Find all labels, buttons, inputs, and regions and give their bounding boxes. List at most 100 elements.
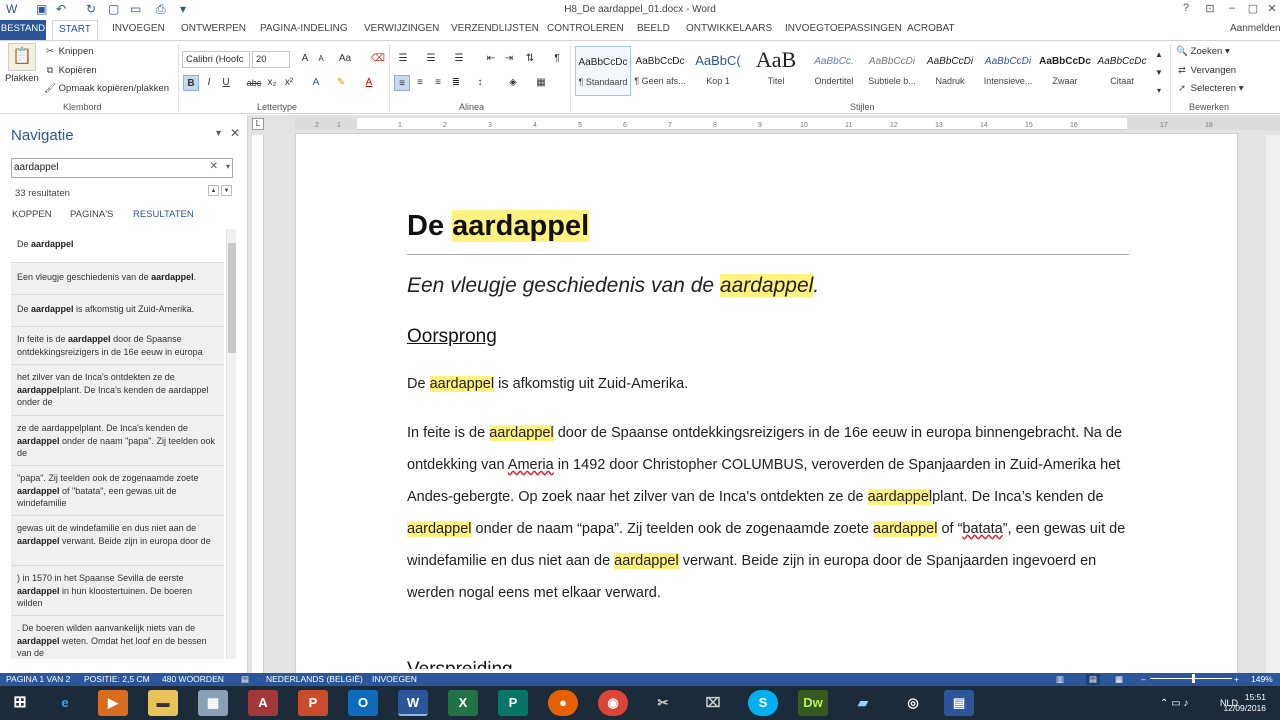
tab-controleren[interactable]: CONTROLEREN (547, 23, 624, 34)
powerpoint-icon[interactable]: P (298, 690, 328, 716)
font-color-icon[interactable]: A (361, 75, 377, 91)
tab-invoegtoepassingen[interactable]: INVOEGTOEPASSINGEN (785, 23, 902, 34)
clear-formatting-icon[interactable]: ⌫ (370, 51, 386, 67)
justify-icon[interactable]: ≣ (448, 75, 464, 91)
align-right-icon[interactable]: ≡ (430, 75, 446, 91)
read-mode-icon[interactable]: ▥ (1056, 674, 1064, 685)
pane-options-icon[interactable]: ▾ (216, 128, 221, 139)
borders-icon[interactable]: ▦ (533, 75, 549, 91)
tab-koppen[interactable]: KOPPEN (12, 209, 52, 220)
document-taskbar-icon[interactable]: ▤ (944, 690, 974, 716)
firefox-icon[interactable]: ● (548, 690, 578, 716)
outlook-icon[interactable]: O (348, 690, 378, 716)
underline-icon[interactable]: U (218, 75, 234, 91)
scroll-thumb[interactable] (228, 243, 236, 353)
styles-more-icon[interactable]: ▾ (1151, 83, 1167, 99)
tab-selector-icon[interactable]: L (252, 118, 264, 130)
result-item[interactable]: In feite is de aardappel door de Spaanse… (11, 327, 224, 365)
style-kop1[interactable]: AaBbC(Kop 1 (690, 46, 746, 96)
help-icon[interactable]: ? (1176, 2, 1196, 14)
line-spacing-icon[interactable]: ↕ (472, 75, 488, 91)
format-painter-button[interactable]: 🖌 Opmaak kopiëren/plakken (44, 83, 169, 94)
windows-start-icon[interactable]: ⊞ (5, 690, 35, 716)
horizontal-ruler[interactable]: 21 1234 5678 9 10 11 12 13 14 15 16 17 18 (295, 118, 1280, 130)
align-left-icon[interactable]: ≡ (394, 75, 410, 91)
sign-in-link[interactable]: Aanmelden (1230, 23, 1280, 34)
tab-pagina-indeling[interactable]: PAGINA-INDELING (260, 23, 348, 34)
zoom-slider[interactable] (1150, 678, 1232, 679)
language-indicator[interactable]: NEDERLANDS (BELGIË) (266, 674, 363, 684)
style-subtiele-benadrukking[interactable]: AaBbCcDi Subtiele b... (864, 46, 920, 96)
zoom-out-icon[interactable]: – (1141, 674, 1146, 684)
italic-icon[interactable]: I (201, 75, 217, 91)
paragraph-1[interactable]: De aardappel is afkomstig uit Zuid-Ameri… (407, 368, 1137, 400)
sort-icon[interactable]: ⇅ (522, 51, 538, 67)
word-count[interactable]: 480 WOORDEN (162, 674, 224, 684)
vertical-scrollbar[interactable] (1266, 135, 1280, 673)
skype-icon[interactable]: S (748, 690, 778, 716)
tab-invoegen[interactable]: INVOEGEN (112, 23, 165, 34)
heading-oorsprong[interactable]: Oorsprong (407, 326, 497, 348)
tab-bestand[interactable]: BESTAND (0, 20, 46, 40)
show-marks-icon[interactable]: ¶ (549, 51, 565, 67)
position-indicator[interactable]: POSITIE: 2,5 CM (84, 674, 150, 684)
align-center-icon[interactable]: ≡ (412, 75, 428, 91)
close-icon[interactable]: ✕ (1262, 2, 1280, 15)
network-tool-icon[interactable]: ⌧ (698, 690, 728, 716)
strikethrough-icon[interactable]: abc (246, 75, 262, 91)
tab-paginas[interactable]: PAGINA'S (70, 209, 113, 220)
result-item[interactable]: De aardappel is afkomstig uit Zuid-Ameri… (11, 295, 224, 327)
ribbon-options-icon[interactable]: ⊡ (1200, 2, 1220, 15)
excel-icon[interactable]: X (448, 690, 478, 716)
document-page[interactable]: De aardappel Een vleugje geschiedenis va… (295, 133, 1238, 678)
increase-indent-icon[interactable]: ⇥ (501, 51, 517, 67)
result-item[interactable]: De aardappel (11, 229, 224, 263)
insert-mode[interactable]: INVOEGEN (372, 674, 417, 684)
copy-button[interactable]: ⧉ Kopiëren (44, 65, 97, 76)
style-titel[interactable]: AaB Titel (748, 46, 804, 96)
close-pane-icon[interactable]: ✕ (230, 126, 240, 140)
bold-icon[interactable]: B (183, 75, 199, 91)
font-family-select[interactable]: Calibri (Hoofc (182, 51, 250, 68)
results-scrollbar[interactable] (226, 229, 236, 659)
style-intensieve-nadruk[interactable]: AaBbCcDi Intensieve... (980, 46, 1036, 96)
tray-icons[interactable]: ⌃ ▭ ♪ (1160, 698, 1188, 709)
chrome-icon[interactable]: ◉ (598, 690, 628, 716)
notes-icon[interactable]: ▰ (848, 690, 878, 716)
calculator-icon[interactable]: ▦ (198, 690, 228, 716)
obs-icon[interactable]: ◎ (898, 690, 928, 716)
paste-button[interactable]: Plakken (5, 73, 39, 84)
replace-button[interactable]: ⇄ Vervangen (1176, 65, 1236, 76)
document-title-heading[interactable]: De aardappel (407, 210, 590, 243)
superscript-icon[interactable]: x² (281, 75, 297, 91)
style-geen-afstand[interactable]: AaBbCcDc ¶ Geen afs... (632, 46, 688, 96)
maximize-icon[interactable]: ▢ (1243, 2, 1263, 15)
shading-icon[interactable]: ◈ (505, 75, 521, 91)
highlight-icon[interactable]: ✎ (333, 75, 349, 91)
page-indicator[interactable]: PAGINA 1 VAN 2 (6, 674, 70, 684)
find-button[interactable]: 🔍 Zoeken ▾ (1176, 46, 1230, 57)
zoom-level[interactable]: 149% (1251, 674, 1273, 684)
font-size-select[interactable]: 20 (252, 51, 290, 68)
style-ondertitel[interactable]: AaBbCc. Ondertitel (806, 46, 862, 96)
multilevel-list-icon[interactable]: ☰ (451, 51, 467, 67)
search-options-icon[interactable]: ▾ (226, 162, 230, 171)
document-subtitle[interactable]: Een vleugje geschiedenis van de aardappe… (407, 274, 819, 298)
text-effects-icon[interactable]: A (308, 75, 324, 91)
print-layout-icon[interactable]: ▤ (1086, 674, 1101, 685)
search-input[interactable]: aardappel ✕ ▾ (11, 158, 233, 178)
result-item[interactable]: gewas uit de windefamilie en dus niet aa… (11, 516, 224, 566)
result-item[interactable]: ) in 1570 in het Spaanse Sevilla de eers… (11, 566, 224, 616)
zoom-slider-thumb[interactable] (1192, 674, 1195, 683)
snipping-tool-icon[interactable]: ✂ (648, 690, 678, 716)
clear-search-icon[interactable]: ✕ (210, 161, 218, 172)
next-result-icon[interactable]: ▼ (221, 185, 232, 196)
publisher-icon[interactable]: P (498, 690, 528, 716)
grow-font-icon[interactable]: A (297, 51, 313, 67)
access-icon[interactable]: A (248, 690, 278, 716)
paste-icon[interactable]: 📋 (8, 43, 36, 71)
proofing-icon[interactable]: ▤ (241, 674, 249, 685)
dreamweaver-icon[interactable]: Dw (798, 690, 828, 716)
cut-button[interactable]: ✂ Knippen (44, 46, 94, 57)
tab-verwijzingen[interactable]: VERWIJZINGEN (364, 23, 439, 34)
